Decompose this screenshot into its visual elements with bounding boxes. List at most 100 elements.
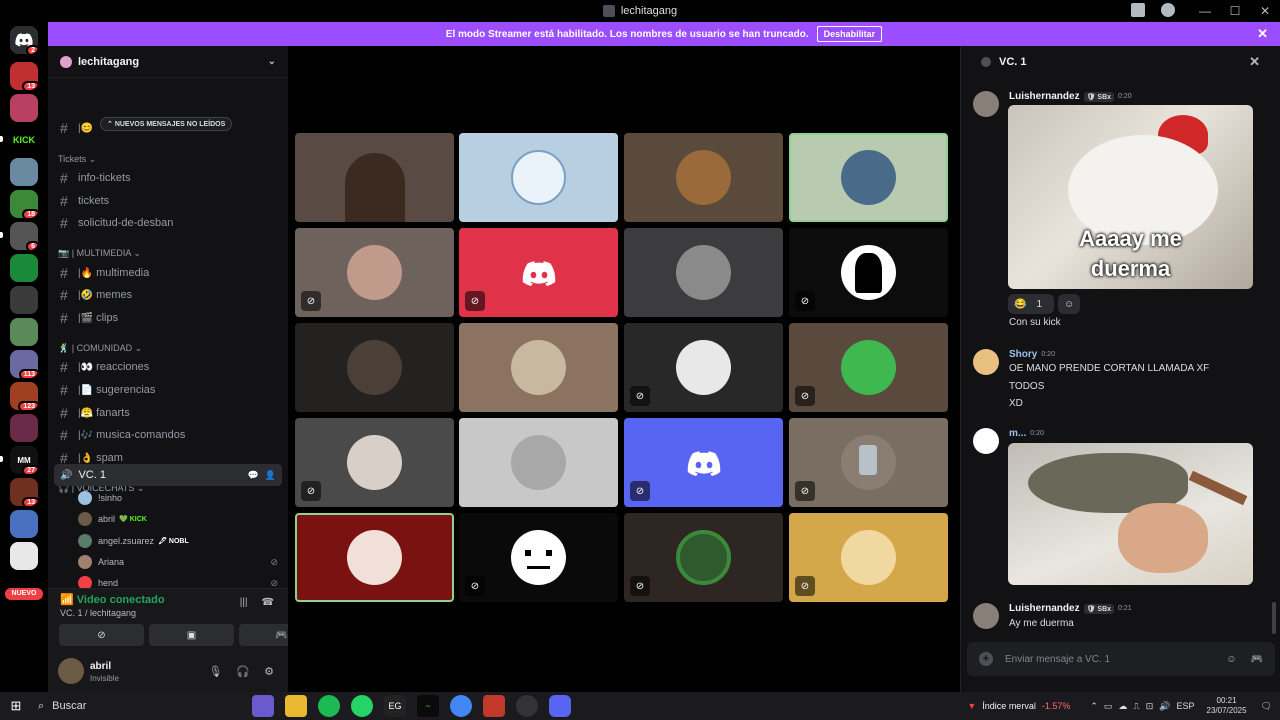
gif-fish[interactable] (1008, 443, 1253, 585)
disconnect-icon[interactable]: ☎ (262, 597, 274, 608)
voice-user[interactable]: abril 💚 KICK (78, 510, 278, 528)
video-tile[interactable] (459, 133, 618, 222)
server-icon[interactable]: 6 (10, 222, 38, 250)
file-explorer-icon[interactable] (285, 695, 307, 717)
settings-gear-icon[interactable]: ⚙ (264, 665, 274, 678)
avatar[interactable] (973, 91, 999, 117)
chat-bubble-icon[interactable]: 💬 (248, 470, 259, 481)
notifications-icon[interactable]: 🗨 (1261, 701, 1272, 712)
voice-channel-vc1[interactable]: 🔊 VC. 1 💬 👤 (54, 464, 282, 486)
obs-icon[interactable] (516, 695, 538, 717)
video-tile[interactable]: ⊘ (459, 513, 618, 602)
maximize-button[interactable]: ☐ (1220, 4, 1250, 18)
inbox-icon[interactable] (1131, 3, 1145, 17)
author-name[interactable]: Luishernandez (1009, 91, 1080, 102)
voice-subtitle[interactable]: VC. 1 / lechitagang (60, 608, 136, 618)
server-icon[interactable]: 113 (10, 350, 38, 378)
avatar[interactable] (973, 349, 999, 375)
video-tile[interactable] (459, 323, 618, 412)
voice-user[interactable]: Ariana ⊘ (78, 553, 278, 571)
usb-icon[interactable]: ⎍ (1133, 701, 1139, 712)
lang-indicator[interactable]: ESP (1177, 701, 1195, 711)
copilot-icon[interactable] (252, 695, 274, 717)
author-name[interactable]: m... (1009, 428, 1026, 439)
clock[interactable]: 00:21 23/07/2025 (1207, 696, 1247, 716)
channel-reacciones[interactable]: # |👀 reacciones (56, 357, 282, 377)
server-icon[interactable]: MM 27 (10, 446, 38, 474)
video-tile[interactable]: ⊘ (624, 513, 783, 602)
noise-suppression-icon[interactable]: ||| (240, 597, 248, 608)
author-name[interactable]: Shory (1009, 349, 1037, 360)
video-tile[interactable]: ⊘ (789, 323, 948, 412)
taskbar-search[interactable]: ⌕ Buscar (32, 694, 212, 718)
video-tile[interactable]: ⊘ (789, 228, 948, 317)
ticker-name[interactable]: Índice merval (982, 701, 1036, 711)
camera-off-button[interactable]: ⊘ (59, 624, 144, 646)
category-comunidad[interactable]: 🕺 | COMUNIDAD ⌄ (58, 343, 142, 354)
server-icon[interactable] (10, 94, 38, 122)
close-icon[interactable]: ✕ (1257, 26, 1268, 42)
server-icon[interactable] (10, 542, 38, 570)
voice-user[interactable]: !sinho (78, 489, 278, 507)
server-icon[interactable] (10, 254, 38, 282)
video-tile[interactable] (459, 418, 618, 507)
video-tile[interactable] (624, 133, 783, 222)
terminal-icon[interactable]: ~ (417, 695, 439, 717)
channel-sugerencias[interactable]: # |📄 sugerencias (56, 380, 282, 400)
cloud-icon[interactable]: ☁ (1118, 701, 1127, 712)
server-header[interactable]: lechitagang ⌄ (48, 46, 288, 78)
avatar[interactable] (973, 603, 999, 629)
app-icon[interactable] (483, 695, 505, 717)
screen-share-button[interactable]: ▣ (149, 624, 234, 646)
avatar[interactable] (973, 428, 999, 454)
video-tile-speaking[interactable] (295, 513, 454, 602)
server-icon[interactable] (10, 510, 38, 538)
voice-user[interactable]: angel.zsuarez 🖋 NOBL (78, 532, 278, 550)
channel-fanarts[interactable]: # |😤 fanarts (56, 403, 282, 423)
chat-scrollbar[interactable] (1272, 602, 1276, 634)
channel-musica-comandos[interactable]: # |🎶 musica-comandos (56, 425, 282, 445)
discord-home-icon[interactable]: 2 (10, 26, 38, 54)
video-tile[interactable] (624, 228, 783, 317)
video-tile[interactable]: ⊘ (295, 228, 454, 317)
headphones-icon[interactable]: 🎧 (236, 665, 250, 678)
disable-streamer-button[interactable]: Deshabilitar (816, 26, 883, 42)
channel-clips[interactable]: # |🎬 clips (56, 308, 282, 328)
server-icon[interactable] (10, 414, 38, 442)
gamepad-icon[interactable]: 🎮 (1251, 654, 1263, 665)
server-icon[interactable] (10, 318, 38, 346)
discord-taskbar-icon[interactable] (549, 695, 571, 717)
help-icon[interactable] (1161, 3, 1175, 17)
channel-solicitud-de-desban[interactable]: # solicitud-de-desban (56, 213, 282, 233)
add-reaction-icon[interactable]: ☺ (1058, 294, 1081, 314)
category-tickets[interactable]: Tickets ⌄ (58, 154, 96, 165)
reaction-laugh[interactable]: 😂 1 (1008, 294, 1055, 314)
server-icon[interactable]: 13 (10, 62, 38, 90)
video-tile[interactable]: ⊘ (295, 418, 454, 507)
video-tile[interactable] (295, 323, 454, 412)
kick-server-icon[interactable]: KICK (10, 126, 38, 154)
channel-tickets[interactable]: # tickets (56, 191, 282, 211)
close-window-button[interactable]: ✕ (1250, 4, 1280, 18)
user-avatar[interactable] (58, 658, 84, 684)
chevron-up-icon[interactable]: ⌃ (1090, 701, 1098, 712)
close-icon[interactable]: ✕ (1249, 54, 1260, 70)
video-tile[interactable]: ⊘ (624, 323, 783, 412)
channel-info-tickets[interactable]: # info-tickets (56, 168, 282, 188)
video-tile[interactable]: ⊘ (789, 513, 948, 602)
chat-input[interactable]: + Enviar mensaje a VC. 1 ☺ 🎮 (967, 642, 1275, 676)
video-tile[interactable]: ⊘ (459, 228, 618, 317)
category-multimedia[interactable]: 📷 | MULTIMEDIA ⌄ (58, 248, 141, 259)
video-tile-speaking[interactable] (789, 133, 948, 222)
minimize-button[interactable]: — (1190, 4, 1220, 18)
microphone-icon[interactable]: 🎙 (208, 665, 222, 678)
video-tile-camera[interactable] (295, 133, 454, 222)
gif-chicken[interactable]: Aaaay me duerma (1008, 105, 1253, 289)
server-icon[interactable]: 13 (10, 478, 38, 506)
plus-icon[interactable]: + (979, 652, 993, 666)
server-icon[interactable] (10, 286, 38, 314)
channel-memes[interactable]: # |🤣 memes (56, 285, 282, 305)
channel-multimedia[interactable]: # |🔥 multimedia (56, 263, 282, 283)
server-icon[interactable] (10, 158, 38, 186)
server-icon[interactable]: 123 (10, 382, 38, 410)
